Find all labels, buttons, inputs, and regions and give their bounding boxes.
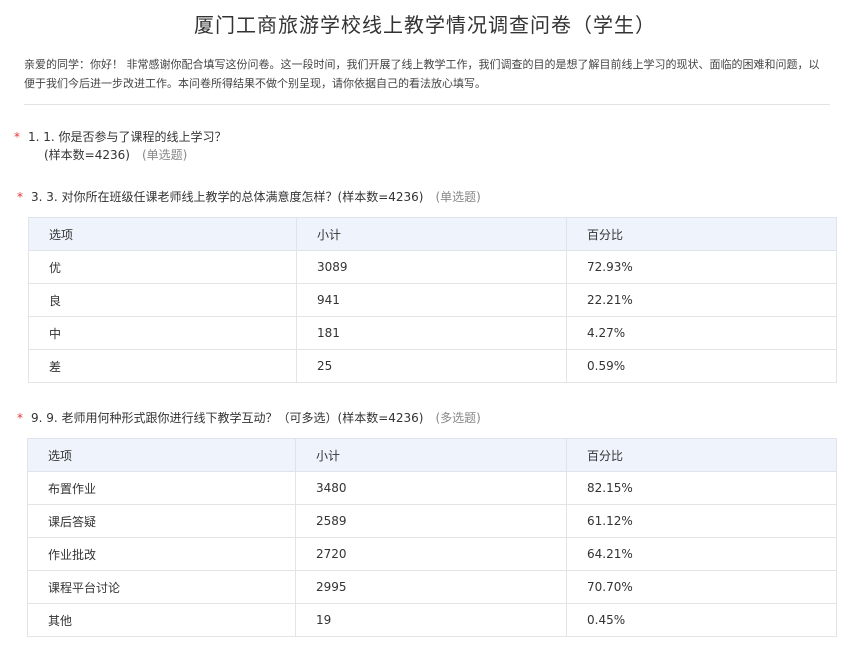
percent-cell: 0.45% xyxy=(566,603,837,637)
question-3-type: (单选题) xyxy=(435,190,481,204)
option-cell: 作业批改 xyxy=(27,537,296,571)
question-1-sample: (样本数=4236) xyxy=(44,148,130,162)
divider xyxy=(24,104,830,105)
count-cell: 2720 xyxy=(295,537,567,571)
table-row: 布置作业 3480 82.15% xyxy=(27,471,837,505)
question-1-text: 1. 1. 你是否参与了课程的线上学习？ xyxy=(28,130,227,144)
count-cell: 3480 xyxy=(295,471,567,505)
percent-cell: 72.93% xyxy=(566,250,837,284)
question-9-type: (多选题) xyxy=(435,411,481,425)
option-cell: 差 xyxy=(28,349,297,383)
option-cell: 良 xyxy=(28,283,297,317)
table-row: 其他 19 0.45% xyxy=(27,603,837,637)
page-title: 厦门工商旅游学校线上教学情况调查问卷（学生） xyxy=(194,13,656,37)
survey-intro: 亲爱的同学：你好！ 非常感谢你配合填写这份问卷。这一段时间，我们开展了线上教学工… xyxy=(24,58,820,90)
table-row: 课程平台讨论 2995 70.70% xyxy=(27,570,837,604)
column-header-percent: 百分比 xyxy=(566,438,837,472)
percent-cell: 22.21% xyxy=(566,283,837,317)
option-cell: 布置作业 xyxy=(27,471,296,505)
column-header-option: 选项 xyxy=(27,438,296,472)
percent-cell: 0.59% xyxy=(566,349,837,383)
option-cell: 课程平台讨论 xyxy=(27,570,296,604)
question-3: * 3. 3. 对你所在班级任课老师线上教学的总体满意度怎样？(样本数=4236)… xyxy=(17,188,481,205)
question-9: * 9. 9. 老师用何种形式跟你进行线下教学互动？（可多选）(样本数=4236)… xyxy=(17,409,481,426)
count-cell: 2995 xyxy=(295,570,567,604)
count-cell: 941 xyxy=(296,283,567,317)
table-row: 差 25 0.59% xyxy=(28,349,837,383)
table-row: 课后答疑 2589 61.12% xyxy=(27,504,837,538)
question-1-type: (单选题) xyxy=(141,148,188,162)
question-9-table: 选项 小计 百分比 布置作业 3480 82.15% 课后答疑 2589 61.… xyxy=(27,438,837,637)
count-cell: 181 xyxy=(296,316,567,350)
count-cell: 19 xyxy=(295,603,567,637)
percent-cell: 64.21% xyxy=(566,537,837,571)
percent-cell: 4.27% xyxy=(566,316,837,350)
required-mark: * xyxy=(17,411,23,425)
option-cell: 课后答疑 xyxy=(27,504,296,538)
column-header-option: 选项 xyxy=(28,217,297,251)
percent-cell: 61.12% xyxy=(566,504,837,538)
option-cell: 其他 xyxy=(27,603,296,637)
percent-cell: 70.70% xyxy=(566,570,837,604)
table-row: 作业批改 2720 64.21% xyxy=(27,537,837,571)
required-mark: * xyxy=(17,190,23,204)
table-row: 良 941 22.21% xyxy=(28,283,837,317)
table-row: 优 3089 72.93% xyxy=(28,250,837,284)
column-header-count: 小计 xyxy=(296,217,567,251)
count-cell: 25 xyxy=(296,349,567,383)
table-header-row: 选项 小计 百分比 xyxy=(28,217,837,251)
column-header-percent: 百分比 xyxy=(566,217,837,251)
question-9-text: 9. 9. 老师用何种形式跟你进行线下教学互动？（可多选）(样本数=4236) xyxy=(31,411,424,425)
question-3-text: 3. 3. 对你所在班级任课老师线上教学的总体满意度怎样？(样本数=4236) xyxy=(31,190,424,204)
required-mark: * xyxy=(14,130,20,144)
column-header-count: 小计 xyxy=(295,438,567,472)
table-row: 中 181 4.27% xyxy=(28,316,837,350)
table-header-row: 选项 小计 百分比 xyxy=(27,438,837,472)
question-3-table: 选项 小计 百分比 优 3089 72.93% 良 941 22.21% 中 1… xyxy=(28,217,837,383)
percent-cell: 82.15% xyxy=(566,471,837,505)
count-cell: 2589 xyxy=(295,504,567,538)
question-1: * 1. 1. 你是否参与了课程的线上学习？ xyxy=(14,128,227,145)
question-1-meta: (样本数=4236) (单选题) xyxy=(44,146,187,163)
option-cell: 中 xyxy=(28,316,297,350)
count-cell: 3089 xyxy=(296,250,567,284)
option-cell: 优 xyxy=(28,250,297,284)
